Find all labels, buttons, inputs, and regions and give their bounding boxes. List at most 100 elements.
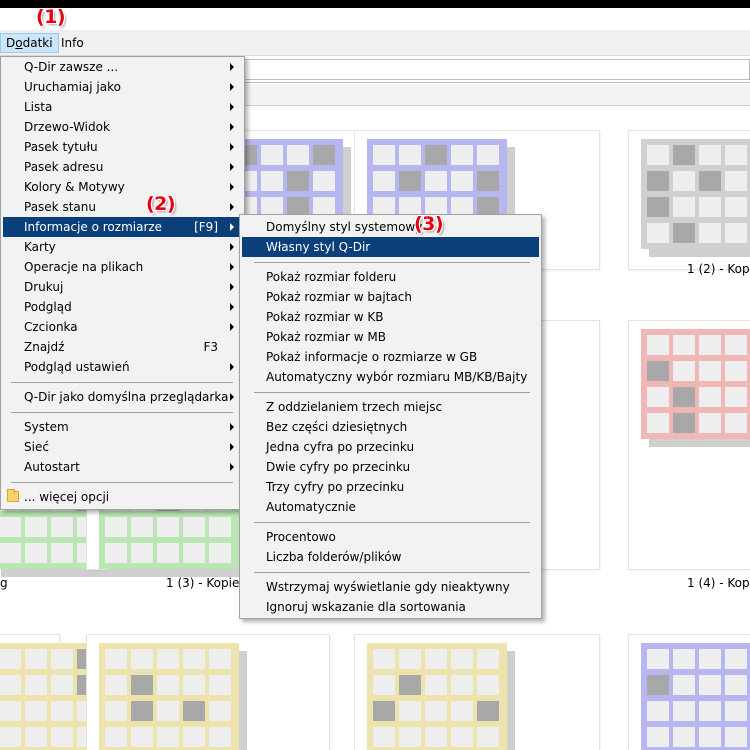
file-caption[interactable]: 1 (4) - Kopie <box>687 576 750 590</box>
submenu-item-size-kb[interactable]: Pokaż rozmiar w KB <box>242 307 539 327</box>
submenu-arrow-icon <box>230 203 234 211</box>
file-thumbnail[interactable] <box>628 634 750 750</box>
file-thumbnail[interactable] <box>86 634 330 750</box>
submenu-item-pause-inactive[interactable]: Wstrzymaj wyświetlanie gdy nieaktywny <box>242 577 539 597</box>
file-thumbnail[interactable] <box>354 634 600 750</box>
submenu-arrow-icon <box>230 303 234 311</box>
menu-item-informacje-o-rozmiarze[interactable]: Informacje o rozmiarze [F9] <box>3 217 242 237</box>
menu-item-label: Q-Dir jako domyślna przeglądarka <box>24 390 229 404</box>
menu-item-system[interactable]: System <box>3 417 242 437</box>
menu-item-wiecej-opcji[interactable]: ... więcej opcji <box>3 487 242 507</box>
window-top-edge <box>0 0 750 8</box>
menu-item-znajdz[interactable]: Znajdź F3 <box>3 337 242 357</box>
menu-item-czcionka[interactable]: Czcionka <box>3 317 242 337</box>
menu-item-pasek-tytulu[interactable]: Pasek tytułu <box>3 137 242 157</box>
submenu-item-thousands-sep[interactable]: Z oddzielaniem trzech miejsc <box>242 397 539 417</box>
menu-item-karty[interactable]: Karty <box>3 237 242 257</box>
submenu-item-qdir-style[interactable]: Własny styl Q-Dir <box>242 237 539 257</box>
menu-item-label: Pasek adresu <box>24 160 104 174</box>
menu-item-podglad[interactable]: Podgląd <box>3 297 242 317</box>
menu-item-podglad-ustawien[interactable]: Podgląd ustawień <box>3 357 242 377</box>
submenu-item-size-auto[interactable]: Automatyczny wybór rozmiaru MB/KB/Bajty <box>242 367 539 387</box>
submenu-item-size-gb[interactable]: Pokaż informacje o rozmiarze w GB <box>242 347 539 367</box>
submenu-arrow-icon <box>230 163 234 171</box>
menu-item-label: Sieć <box>24 440 49 454</box>
file-caption[interactable]: 1 (2) - Kopie <box>687 262 750 276</box>
menu-item-pasek-stanu[interactable]: Pasek stanu <box>3 197 242 217</box>
submenu-arrow-icon <box>230 83 234 91</box>
menu-item-label: Procentowo <box>266 530 336 544</box>
file-thumbnail[interactable] <box>628 130 750 270</box>
submenu-arrow-icon <box>230 143 234 151</box>
submenu-arrow-icon <box>230 223 234 231</box>
menu-item-label: Czcionka <box>24 320 78 334</box>
menu-item-domyslna-przegladarka[interactable]: Q-Dir jako domyślna przeglądarka <box>3 387 242 407</box>
menu-separator <box>11 412 233 413</box>
thumbnail-image <box>99 643 247 750</box>
address-input[interactable] <box>236 59 750 80</box>
menu-item-label: Drzewo-Widok <box>24 120 110 134</box>
menu-item-label: Pasek stanu <box>24 200 96 214</box>
menu-info[interactable]: Info <box>56 33 89 53</box>
menu-item-autostart[interactable]: Autostart <box>3 457 242 477</box>
submenu-arrow-icon <box>230 443 234 451</box>
submenu-item-automatic[interactable]: Automatycznie <box>242 497 539 517</box>
file-caption[interactable]: g <box>0 576 8 590</box>
menu-item-label: Drukuj <box>24 280 64 294</box>
menu-item-label: Pokaż rozmiar folderu <box>266 270 397 284</box>
size-info-submenu: Domyślny styl systemowy Własny styl Q-Di… <box>239 214 542 619</box>
submenu-arrow-icon <box>230 283 234 291</box>
menu-item-label: Kolory & Motywy <box>24 180 125 194</box>
menu-item-label: Domyślny styl systemowy <box>266 220 423 234</box>
submenu-item-count[interactable]: Liczba folderów/plików <box>242 547 539 567</box>
menu-item-label: Karty <box>24 240 56 254</box>
menu-bar: Dodatki Info <box>0 30 750 56</box>
menu-item-drukuj[interactable]: Drukuj <box>3 277 242 297</box>
menu-item-operacje-na-plikach[interactable]: Operacje na plikach <box>3 257 242 277</box>
menu-item-label: Pasek tytułu <box>24 140 98 154</box>
annotation-3: (3) <box>414 213 444 235</box>
menu-item-label: System <box>24 420 69 434</box>
submenu-item-percent[interactable]: Procentowo <box>242 527 539 547</box>
submenu-arrow-icon <box>230 423 234 431</box>
menu-item-uruchamiaj-jako[interactable]: Uruchamiaj jako <box>3 77 242 97</box>
menu-item-lista[interactable]: Lista <box>3 97 242 117</box>
submenu-arrow-icon <box>230 323 234 331</box>
submenu-arrow-icon <box>230 263 234 271</box>
menu-item-kolory-motywy[interactable]: Kolory & Motywy <box>3 177 242 197</box>
menu-item-label: Znajdź <box>24 340 65 354</box>
menu-item-label: Autostart <box>24 460 80 474</box>
annotation-1: (1) <box>36 6 66 28</box>
submenu-arrow-icon <box>230 183 234 191</box>
submenu-item-size-bytes[interactable]: Pokaż rozmiar w bajtach <box>242 287 539 307</box>
submenu-item-ignore-sort[interactable]: Ignoruj wskazanie dla sortowania <box>242 597 539 617</box>
submenu-item-folder-size[interactable]: Pokaż rozmiar folderu <box>242 267 539 287</box>
file-thumbnail[interactable] <box>0 634 141 750</box>
submenu-item-no-decimals[interactable]: Bez części dziesiętnych <box>242 417 539 437</box>
menu-item-q-dir-zawsze[interactable]: Q-Dir zawsze ... <box>3 57 242 77</box>
menu-dodatki[interactable]: Dodatki <box>0 33 59 53</box>
file-thumbnail[interactable] <box>628 320 750 570</box>
menu-separator <box>11 482 233 483</box>
menu-item-drzewo-widok[interactable]: Drzewo-Widok <box>3 117 242 137</box>
thumbnail-image <box>641 139 750 257</box>
menu-item-label: Automatyczny wybór rozmiaru MB/KB/Bajty <box>266 370 528 384</box>
menu-item-siec[interactable]: Sieć <box>3 437 242 457</box>
submenu-item-size-mb[interactable]: Pokaż rozmiar w MB <box>242 327 539 347</box>
menu-item-label: Dwie cyfry po przecinku <box>266 460 411 474</box>
menu-separator <box>254 522 530 523</box>
menu-item-label: Liczba folderów/plików <box>266 550 402 564</box>
submenu-item-one-decimal[interactable]: Jedna cyfra po przecinku <box>242 437 539 457</box>
menu-item-label: Wstrzymaj wyświetlanie gdy nieaktywny <box>266 580 510 594</box>
submenu-arrow-icon <box>230 103 234 111</box>
menu-item-label: Podgląd ustawień <box>24 360 130 374</box>
submenu-arrow-icon <box>230 463 234 471</box>
menu-item-label: Informacje o rozmiarze <box>24 220 163 234</box>
submenu-item-two-decimals[interactable]: Dwie cyfry po przecinku <box>242 457 539 477</box>
menu-item-pasek-adresu[interactable]: Pasek adresu <box>3 157 242 177</box>
menu-separator <box>11 382 233 383</box>
menu-item-label: Q-Dir zawsze ... <box>24 60 119 74</box>
submenu-item-default-style[interactable]: Domyślny styl systemowy <box>242 217 539 237</box>
submenu-item-three-decimals[interactable]: Trzy cyfry po przecinku <box>242 477 539 497</box>
menu-item-label: Pokaż informacje o rozmiarze w GB <box>266 350 478 364</box>
